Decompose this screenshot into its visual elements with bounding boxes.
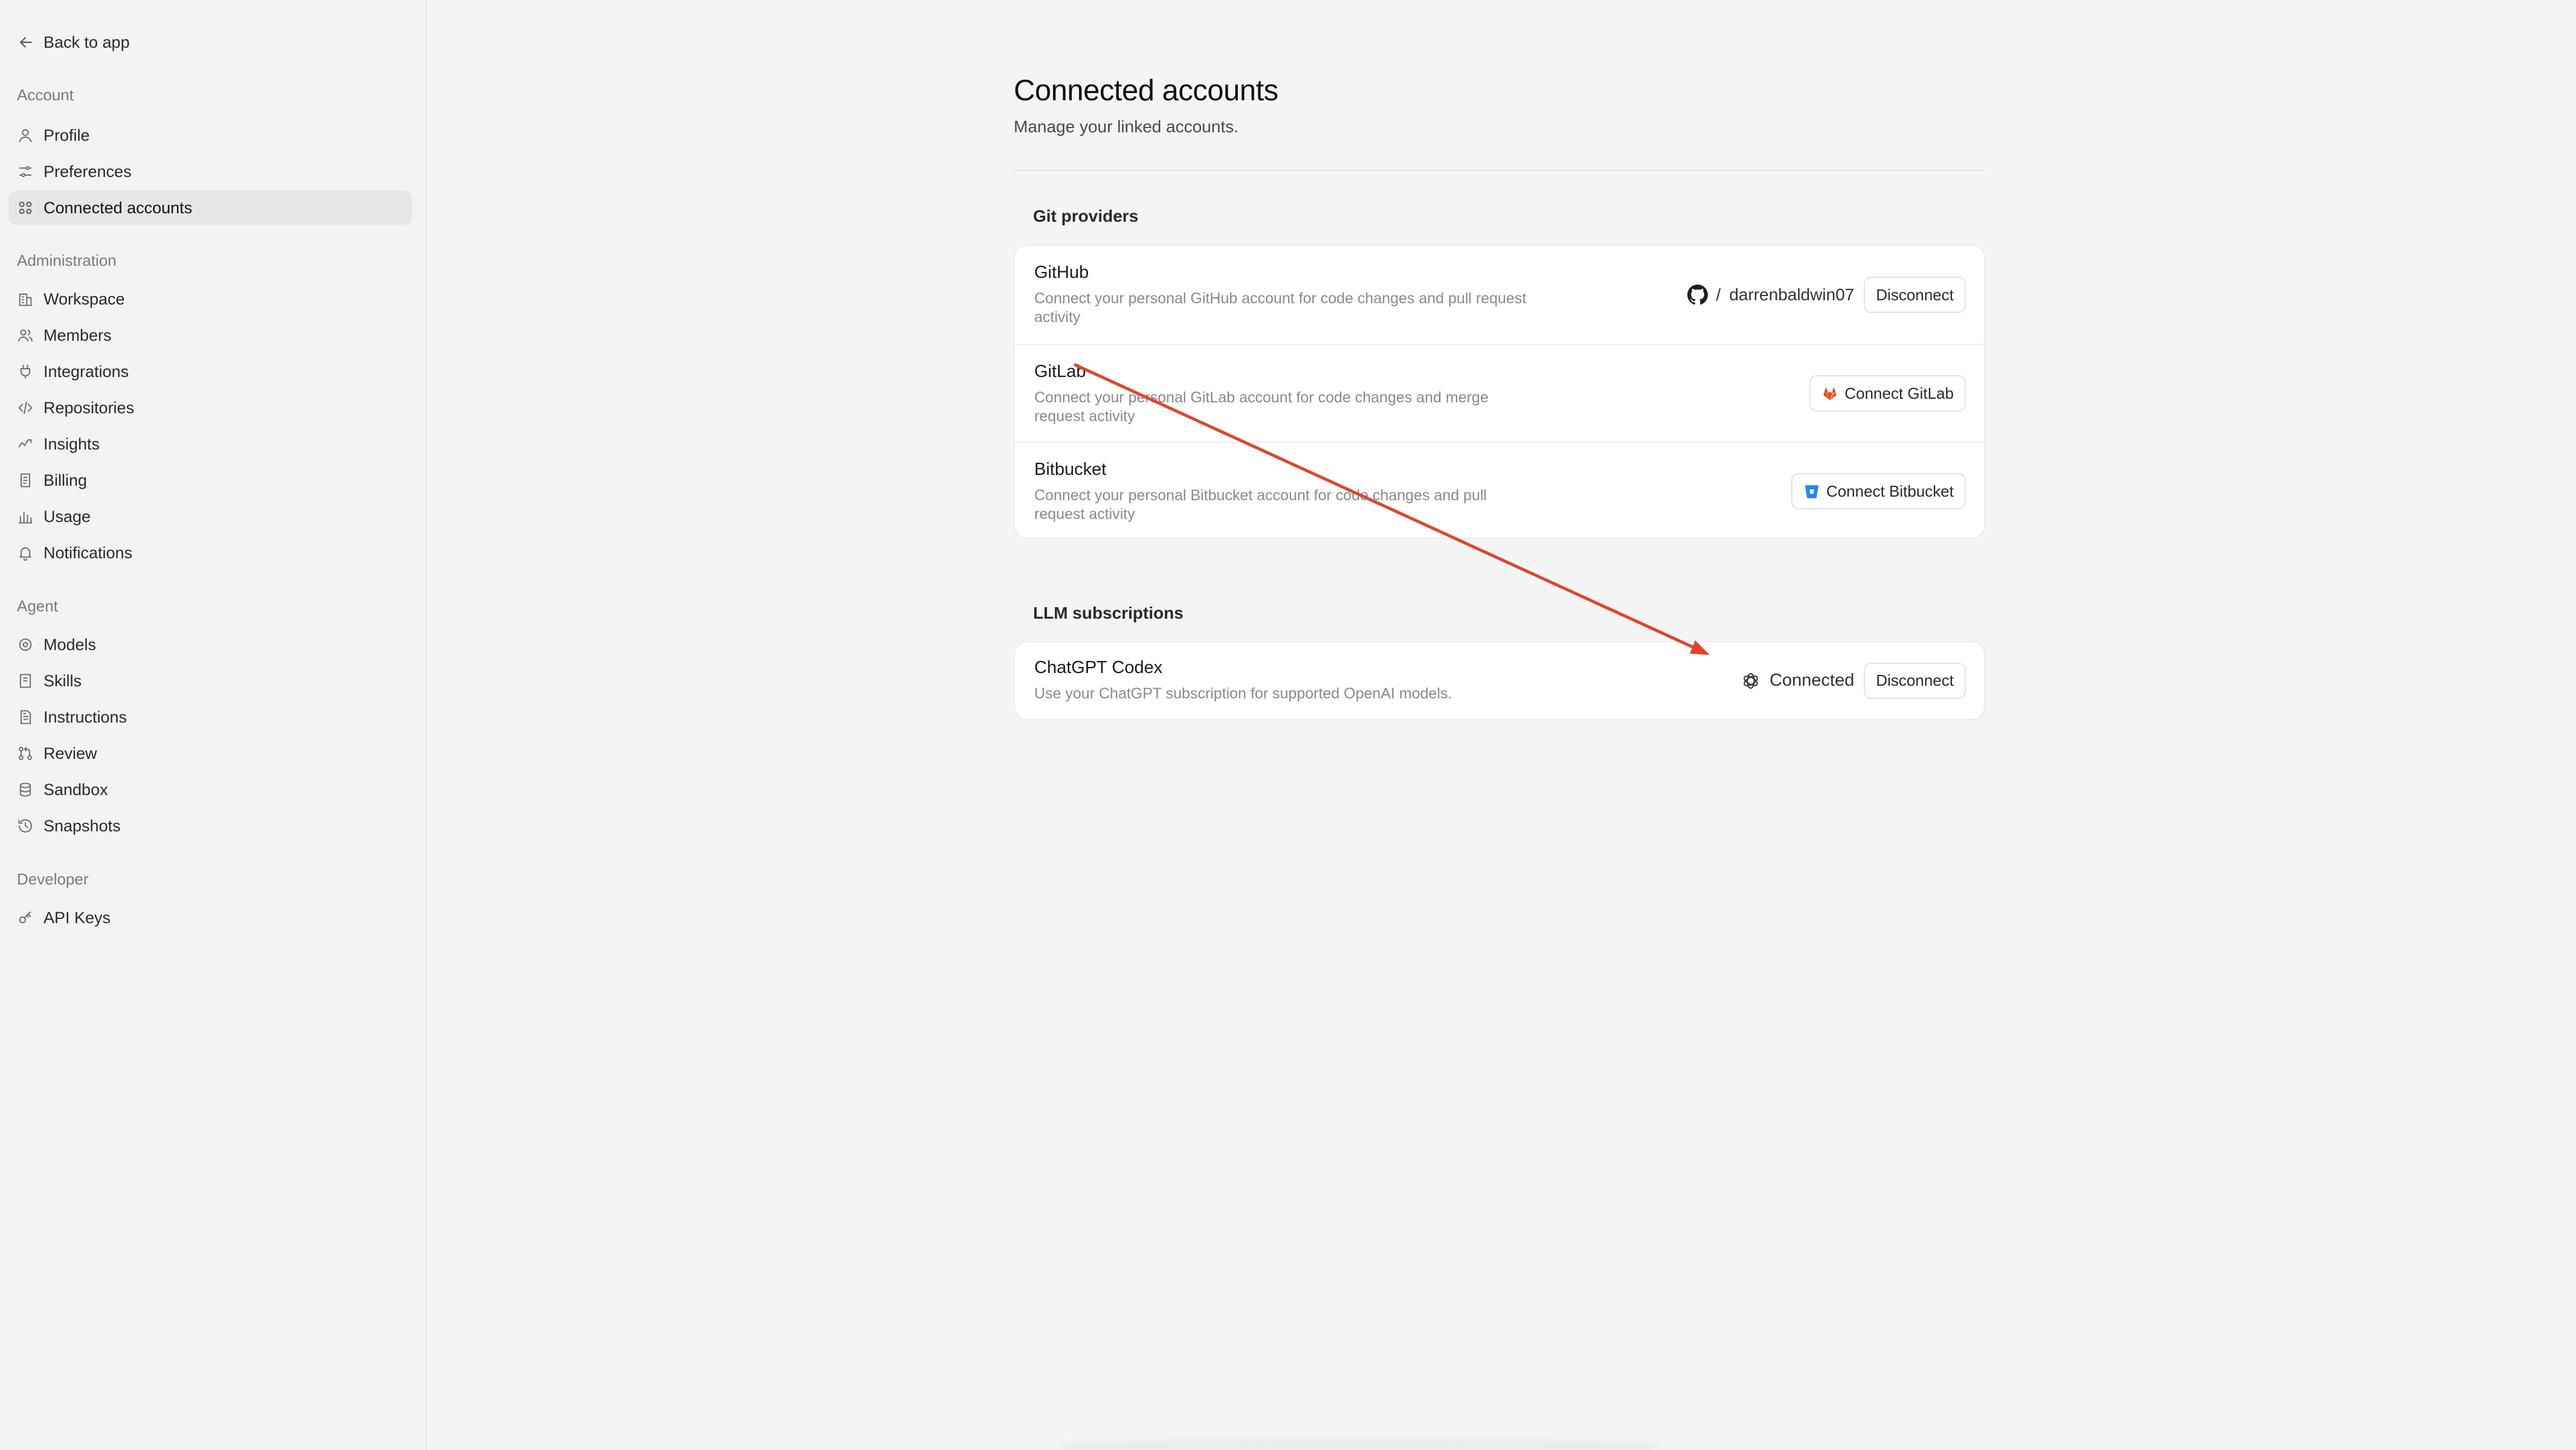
sidebar-item-label: Repositories xyxy=(43,398,135,417)
sidebar-item-billing[interactable]: Billing xyxy=(8,463,412,497)
github-account: / darrenbaldwin07 xyxy=(1687,285,1855,305)
bell-icon xyxy=(19,547,31,561)
sidebar-item-insights[interactable]: Insights xyxy=(8,427,412,461)
sidebar-section-developer: Developer xyxy=(17,870,89,888)
sidebar-item-label: Connected accounts xyxy=(43,198,193,217)
sidebar-item-workspace[interactable]: Workspace xyxy=(8,282,412,316)
sidebar-item-notifications[interactable]: Notifications xyxy=(8,536,412,570)
sidebar-item-label: Review xyxy=(43,744,97,762)
sidebar-item-label: Usage xyxy=(43,507,91,526)
sidebar-item-label: Sandbox xyxy=(43,780,108,799)
users-icon xyxy=(18,329,33,342)
back-to-app-label: Back to app xyxy=(43,33,130,51)
back-to-app-link[interactable]: Back to app xyxy=(17,30,130,54)
llm-subscriptions-card: ChatGPT Codex Use your ChatGPT subscript… xyxy=(1014,641,1985,720)
sidebar-item-review[interactable]: Review xyxy=(8,736,412,770)
git-pull-request-icon xyxy=(19,747,32,760)
sidebar-item-label: Members xyxy=(43,326,112,344)
connect-bitbucket-button[interactable]: Connect Bitbucket xyxy=(1791,473,1966,509)
connect-gitlab-button[interactable]: Connect GitLab xyxy=(1809,375,1966,411)
sidebar-item-label: Integrations xyxy=(43,362,129,381)
user-icon xyxy=(19,129,32,143)
sidebar-section-agent: Agent xyxy=(17,597,58,615)
gitlab-icon xyxy=(1823,387,1837,401)
bottom-edge-shadow xyxy=(1063,1440,1655,1450)
book-icon xyxy=(19,674,31,688)
git-providers-heading: Git providers xyxy=(1033,207,1139,225)
bar-chart-icon xyxy=(18,512,33,524)
sidebar-section-account: Account xyxy=(17,86,74,104)
sidebar-item-label: Notifications xyxy=(43,543,133,562)
chatgpt-codex-row: ChatGPT Codex Use your ChatGPT subscript… xyxy=(1015,642,1984,719)
page-subtitle: Manage your linked accounts. xyxy=(1014,117,1238,136)
activity-icon xyxy=(18,439,32,448)
git-providers-card: GitHub Connect your personal GitHub acco… xyxy=(1014,245,1985,539)
sidebar-section-administration: Administration xyxy=(17,251,117,269)
bitbucket-description: Connect your personal Bitbucket account … xyxy=(1034,487,1487,523)
cpu-icon xyxy=(19,638,32,651)
page-title: Connected accounts xyxy=(1014,74,1278,107)
chatgpt-codex-description: Use your ChatGPT subscription for suppor… xyxy=(1034,685,1452,702)
connect-gitlab-label: Connect GitLab xyxy=(1844,384,1954,402)
status-label: Connected xyxy=(1769,671,1855,690)
sidebar-item-instructions[interactable]: Instructions xyxy=(8,700,412,734)
receipt-icon xyxy=(21,473,30,488)
github-description: Connect your personal GitHub account for… xyxy=(1034,290,1527,326)
connect-bitbucket-label: Connect Bitbucket xyxy=(1826,482,1954,500)
key-icon xyxy=(19,911,31,924)
chatgpt-codex-title: ChatGPT Codex xyxy=(1034,658,1163,677)
sidebar-item-preferences[interactable]: Preferences xyxy=(8,155,412,188)
sidebar-item-label: Insights xyxy=(43,434,100,453)
llm-subscriptions-heading: LLM subscriptions xyxy=(1033,604,1183,622)
sidebar-item-label: Skills xyxy=(43,671,82,690)
sidebar-item-integrations[interactable]: Integrations xyxy=(8,355,412,388)
bitbucket-title: Bitbucket xyxy=(1034,460,1107,479)
chatgpt-codex-status: Connected xyxy=(1740,671,1854,691)
sidebar-item-members[interactable]: Members xyxy=(8,318,412,352)
sidebar-item-label: Instructions xyxy=(43,707,127,726)
bitbucket-row: Bitbucket Connect your personal Bitbucke… xyxy=(1015,442,1984,538)
sidebar-item-label: Profile xyxy=(43,126,90,144)
github-row: GitHub Connect your personal GitHub acco… xyxy=(1015,246,1984,344)
gitlab-description: Connect your personal GitLab account for… xyxy=(1034,389,1489,425)
sidebar-item-snapshots[interactable]: Snapshots xyxy=(8,809,412,843)
sliders-icon xyxy=(19,166,32,178)
github-account-separator: / xyxy=(1716,285,1721,304)
history-icon xyxy=(18,819,32,833)
chatgpt-codex-disconnect-button[interactable]: Disconnect xyxy=(1864,662,1966,699)
gitlab-row: GitLab Connect your personal GitLab acco… xyxy=(1015,344,1984,442)
plug-icon xyxy=(21,364,30,379)
document-icon xyxy=(21,710,31,724)
github-title: GitHub xyxy=(1034,263,1089,282)
sidebar-item-connected-accounts[interactable]: Connected accounts xyxy=(8,191,412,225)
bitbucket-icon xyxy=(1805,485,1818,498)
sidebar-item-skills[interactable]: Skills xyxy=(8,664,412,698)
sidebar-item-label: Preferences xyxy=(43,162,132,181)
sidebar-item-usage[interactable]: Usage xyxy=(8,500,412,533)
openai-icon xyxy=(1744,672,1758,689)
sidebar-item-label: Billing xyxy=(43,471,88,489)
code-icon xyxy=(18,401,33,414)
apps-icon xyxy=(19,201,32,214)
sidebar-item-profile[interactable]: Profile xyxy=(8,118,412,152)
arrow-left-icon xyxy=(20,37,32,48)
sidebar-item-sandbox[interactable]: Sandbox xyxy=(8,773,412,807)
github-icon xyxy=(1687,285,1708,305)
gitlab-title: GitLab xyxy=(1034,362,1086,381)
sidebar-item-label: Snapshots xyxy=(43,816,121,835)
sidebar-item-label: API Keys xyxy=(43,908,111,927)
github-username: darrenbaldwin07 xyxy=(1729,285,1855,304)
sidebar-item-label: Models xyxy=(43,635,97,654)
sidebar-item-repositories[interactable]: Repositories xyxy=(8,391,412,425)
divider xyxy=(1014,170,1985,171)
sidebar-item-label: Workspace xyxy=(43,289,125,308)
settings-sidebar: Back to app Account Profile Preferences … xyxy=(0,0,427,1450)
building-icon xyxy=(19,293,32,306)
database-icon xyxy=(19,782,31,797)
sidebar-item-api-keys[interactable]: API Keys xyxy=(8,901,412,935)
github-disconnect-button[interactable]: Disconnect xyxy=(1864,277,1966,313)
sidebar-item-models[interactable]: Models xyxy=(8,628,412,662)
